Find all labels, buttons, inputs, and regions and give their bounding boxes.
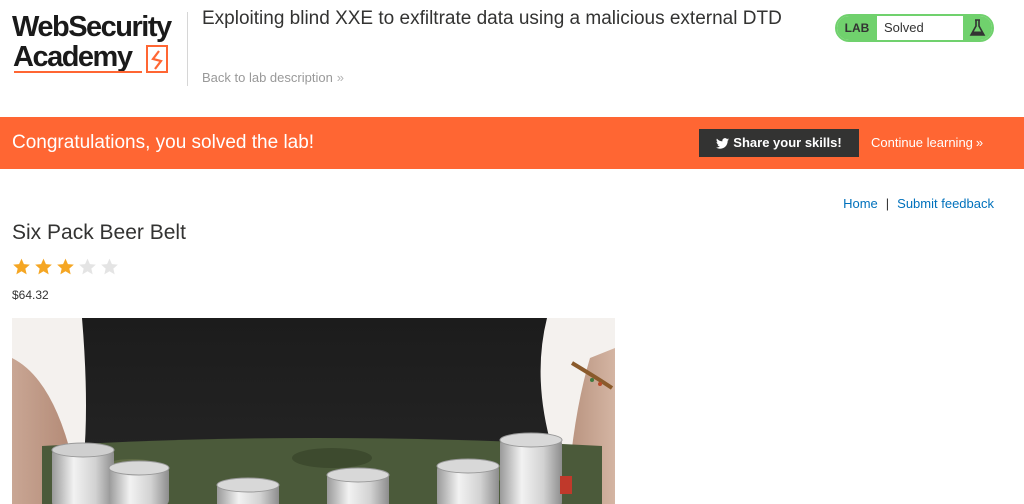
lightning-bolt-icon [146, 45, 168, 73]
product-image [12, 318, 615, 504]
link-separator: | [885, 196, 890, 211]
double-chevron-right-icon: » [975, 135, 984, 150]
solved-banner: Congratulations, you solved the lab! Sha… [0, 117, 1024, 169]
star-icon [13, 258, 30, 275]
product-title: Six Pack Beer Belt [12, 221, 186, 244]
flask-icon [963, 16, 992, 40]
logo-underline [14, 71, 142, 73]
continue-learning-link[interactable]: Continue learning» [871, 135, 983, 150]
back-to-lab-description-link[interactable]: Back to lab description» [202, 70, 344, 85]
home-link[interactable]: Home [843, 196, 878, 211]
twitter-icon [716, 131, 730, 159]
lab-badge: LAB [837, 16, 877, 40]
header-divider [187, 12, 188, 86]
star-icon [79, 258, 96, 275]
lab-title: Exploiting blind XXE to exfiltrate data … [202, 8, 782, 29]
web-security-academy-logo[interactable]: WebSecurity Academy [12, 12, 188, 78]
logo-line-2: Academy [13, 41, 133, 73]
product-rating [11, 257, 120, 277]
submit-feedback-link[interactable]: Submit feedback [897, 196, 994, 211]
star-icon [101, 258, 118, 275]
star-icon [35, 258, 52, 275]
lab-status-text: Solved [884, 20, 924, 35]
congratulations-message: Congratulations, you solved the lab! [12, 132, 315, 153]
logo-line-1: WebSecurity [12, 11, 172, 43]
share-button-label: Share your skills! [733, 135, 842, 150]
double-chevron-right-icon: » [336, 70, 345, 85]
share-your-skills-button[interactable]: Share your skills! [699, 129, 859, 157]
star-icon [57, 258, 74, 275]
back-link-label: Back to lab description [202, 70, 333, 85]
continue-learning-label: Continue learning [871, 135, 973, 150]
lab-status-widget: LAB Solved [835, 14, 994, 42]
product-price: $64.32 [12, 288, 49, 302]
top-links: Home | Submit feedback [843, 196, 994, 211]
header: WebSecurity Academy Exploiting blind XXE… [0, 0, 1024, 117]
